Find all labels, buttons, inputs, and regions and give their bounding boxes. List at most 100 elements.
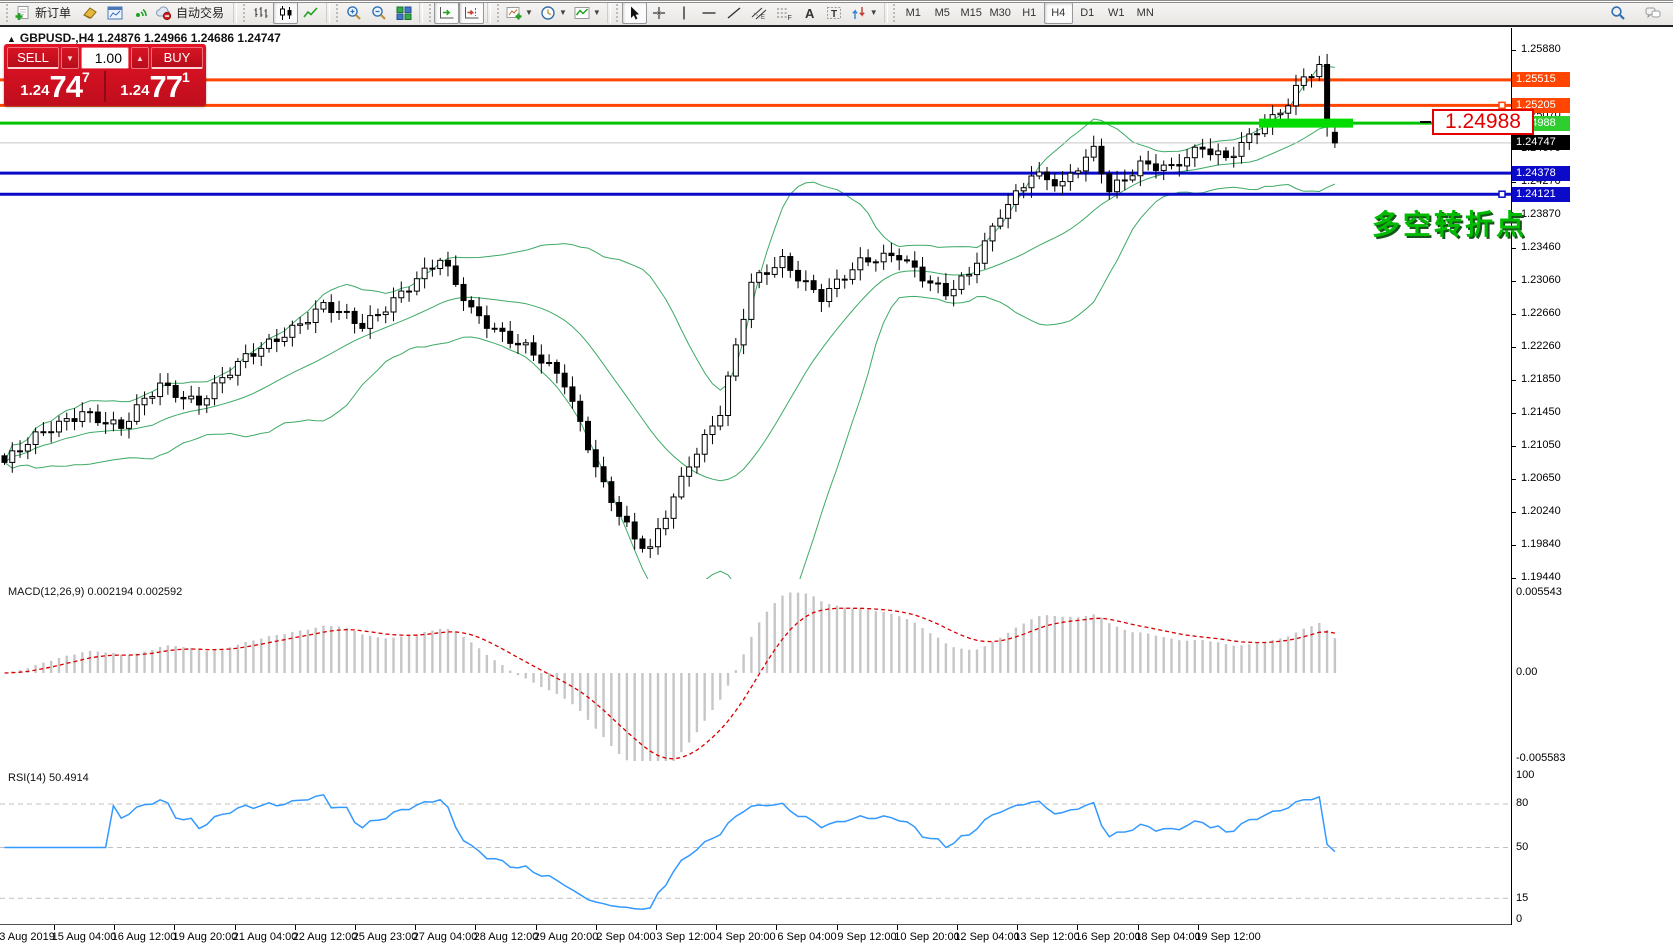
bars-icon [252, 5, 270, 21]
toolbar-grip[interactable] [241, 3, 246, 23]
crosshair-button[interactable] [647, 1, 672, 24]
bar-chart-button[interactable] [248, 1, 273, 24]
sell-price[interactable]: 1.24747 [7, 71, 103, 102]
timeframe-MN[interactable]: MN [1131, 2, 1160, 24]
chat-button[interactable] [1640, 1, 1665, 24]
sell-button[interactable]: SELL [7, 47, 59, 69]
rsi-pane-canvas[interactable] [0, 769, 1511, 924]
toolbar-grip[interactable] [892, 3, 897, 23]
price-axis-tick-label: 1.21850 [1521, 373, 1561, 385]
timeframe-D1[interactable]: D1 [1073, 2, 1102, 24]
price-axis-tick-label: 1.19840 [1521, 538, 1561, 550]
line-chart-button[interactable] [298, 1, 323, 24]
timeframe-M1[interactable]: M1 [899, 2, 928, 24]
time-axis-label: 16 Sep 20:00 [1075, 931, 1140, 943]
autotrading-button[interactable]: 自动交易 [152, 1, 230, 24]
timeframe-W1[interactable]: W1 [1102, 2, 1131, 24]
time-axis-tick-mark [837, 925, 838, 930]
main-chart-canvas[interactable] [0, 28, 1511, 579]
macd-pane-canvas[interactable] [0, 583, 1511, 765]
new-order-icon [14, 5, 32, 21]
cursor-icon [625, 5, 643, 21]
indicators-button[interactable]: ▼ [502, 1, 536, 24]
trendline-button[interactable] [722, 1, 747, 24]
price-axis-tick-label: 1.23060 [1521, 274, 1561, 286]
toolbar-grip[interactable] [495, 3, 500, 23]
time-axis-label: 19 Sep 12:00 [1195, 931, 1260, 943]
eraser-button[interactable] [77, 1, 102, 24]
panel-divider [104, 71, 106, 102]
dropdown-arrow-icon: ▼ [525, 8, 533, 17]
rsi-axis-label: 80 [1516, 797, 1528, 809]
price-axis-tick-mark [1511, 578, 1516, 579]
tile-icon [395, 5, 413, 21]
zoom-in-button[interactable] [341, 1, 366, 24]
dropdown-arrow-icon: ▼ [870, 8, 878, 17]
data-window-button[interactable] [102, 1, 127, 24]
pane-separator[interactable] [0, 0, 1673, 3]
buy-button[interactable]: BUY [151, 47, 203, 69]
volume-up-button[interactable]: ▲ [131, 47, 149, 69]
time-axis-label: 18 Sep 04:00 [1135, 931, 1200, 943]
time-axis-label: 15 Aug 04:00 [52, 931, 117, 943]
time-axis-label: 22 Aug 12:00 [293, 931, 358, 943]
price-axis-tick-mark [1511, 314, 1516, 315]
candlestick-chart-button[interactable] [273, 1, 298, 24]
autotrade-icon [155, 5, 173, 21]
search-button[interactable] [1605, 1, 1630, 24]
time-axis-label: 9 Sep 12:00 [837, 931, 896, 943]
timeframe-M30[interactable]: M30 [986, 2, 1015, 24]
time-axis-label: 6 Sep 04:00 [777, 931, 836, 943]
arrows-button[interactable]: ▼ [847, 1, 881, 24]
vertical-line-button[interactable] [672, 1, 697, 24]
resistance-line-upper-price-tag: 1.25515 [1512, 72, 1570, 87]
toolbar-grip[interactable] [615, 3, 620, 23]
dropdown-arrow-icon: ▼ [559, 8, 567, 17]
timeframe-M5[interactable]: M5 [928, 2, 957, 24]
new-order-button-label: 新订单 [35, 4, 71, 21]
zoom-out-icon [370, 5, 388, 21]
macd-indicator-label: MACD(12,26,9) 0.002194 0.002592 [8, 586, 182, 598]
cursor-button[interactable] [622, 1, 647, 24]
one-click-trading-panel: SELL ▼ 1.00 ▲ BUY 1.24747 1.24771 [4, 44, 206, 106]
chat-icon [1644, 5, 1662, 21]
buy-price[interactable]: 1.24771 [107, 71, 203, 102]
channel-icon: E [750, 5, 768, 21]
time-axis-label: 28 Aug 12:00 [474, 931, 539, 943]
text-button[interactable]: A [797, 1, 822, 24]
toolbar-grip[interactable] [334, 3, 339, 23]
templates-button[interactable]: ▼ [570, 1, 604, 24]
price-annotation-box[interactable]: 1.24988 [1432, 109, 1534, 135]
signals-button[interactable] [127, 1, 152, 24]
collapse-arrow-icon[interactable]: ▲ [7, 34, 16, 44]
autotrading-button-label: 自动交易 [176, 4, 224, 21]
channel-button[interactable]: E [747, 1, 772, 24]
time-axis-label: 4 Sep 20:00 [716, 931, 775, 943]
time-axis-tick-mark [54, 925, 55, 930]
toolbar-grip[interactable] [4, 3, 9, 23]
timeframe-H1[interactable]: H1 [1015, 2, 1044, 24]
time-axis-tick-mark [475, 925, 476, 930]
toolbar-grip[interactable] [427, 3, 432, 23]
label-button[interactable]: T [822, 1, 847, 24]
time-axis-label: 16 Aug 12:00 [112, 931, 177, 943]
horizontal-line-button[interactable] [697, 1, 722, 24]
toolbar-separator [607, 2, 611, 23]
zoom-out-button[interactable] [366, 1, 391, 24]
auto-scroll-button[interactable] [434, 1, 459, 24]
volume-down-button[interactable]: ▼ [61, 47, 79, 69]
timeframe-H4[interactable]: H4 [1044, 2, 1073, 24]
hline-icon [700, 5, 718, 21]
time-axis-label: 25 Aug 23:00 [353, 931, 418, 943]
price-axis-tick-mark [1511, 248, 1516, 249]
turning-point-annotation[interactable]: 多空转折点 [1372, 203, 1527, 243]
candles-icon [277, 5, 295, 21]
new-order-button[interactable]: 新订单 [11, 1, 77, 24]
volume-input[interactable]: 1.00 [81, 47, 129, 69]
periods-button[interactable]: ▼ [536, 1, 570, 24]
timeframe-M15[interactable]: M15 [957, 2, 986, 24]
price-axis-tick-mark [1511, 347, 1516, 348]
chart-shift-button[interactable] [459, 1, 484, 24]
tile-windows-button[interactable] [391, 1, 416, 24]
fibonacci-button[interactable]: F [772, 1, 797, 24]
